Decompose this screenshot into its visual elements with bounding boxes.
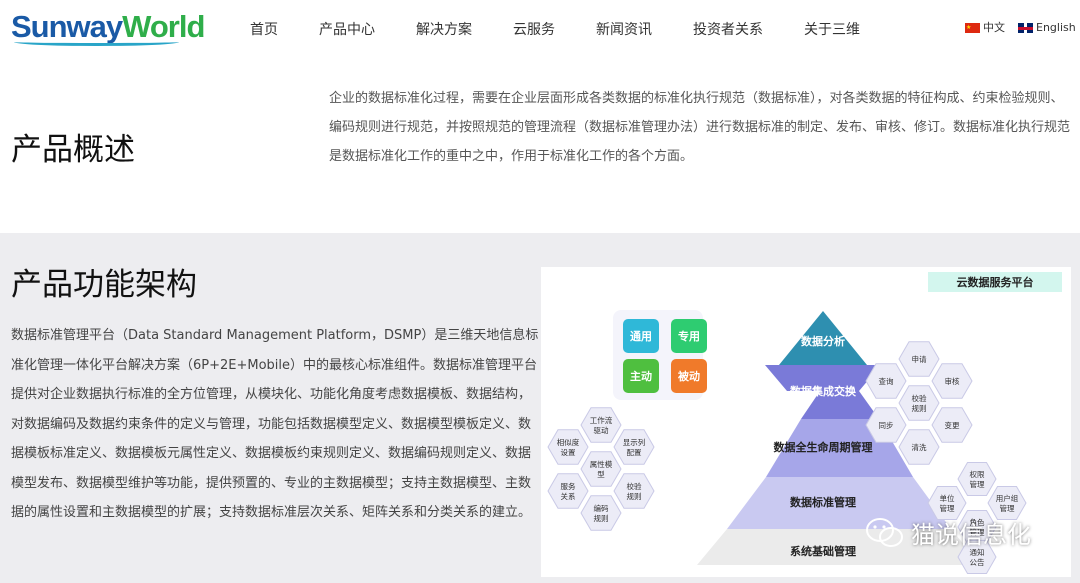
logo-swoosh [14,38,179,46]
left-hex-label-3: 型 [597,470,605,479]
bottom-hex-label-0: 权限 [970,469,985,479]
quad-passive-label: 被动 [678,369,700,383]
right-hex-label-4: 同步 [879,421,894,430]
quad-active-label: 主动 [630,369,652,383]
uk-flag-icon [1018,23,1033,33]
lang-chinese-label: 中文 [983,21,1005,34]
layer-label-lifecycle: 数据全生命周期管理 [774,440,873,454]
nav-cloud-services[interactable]: 云服务 [513,20,555,40]
overview-text: 企业的数据标准化过程，需要在企业层面形成各类数据的标准化执行规范（数据标准），对… [329,91,1071,164]
nav-about[interactable]: 关于三维 [804,20,860,40]
nav-investors[interactable]: 投资者关系 [693,20,763,40]
nav-home[interactable]: 首页 [250,20,278,40]
bottom-hex-label-1: 单位 [940,493,955,503]
lang-english-label: English [1036,21,1076,34]
bottom-hex-label-2: 管理 [1000,503,1015,513]
layer-label-system-base: 系统基础管理 [790,544,856,558]
left-hex-6 [580,495,622,531]
left-hex-label-5: 规则 [627,491,642,501]
layer-label-data-standard: 数据标准管理 [790,495,856,509]
left-hex-5 [613,473,655,509]
architecture-text: 数据标准管理平台（Data Standard Management Platfo… [11,328,539,520]
left-hex-label-2: 配置 [627,448,642,457]
nav-solutions[interactable]: 解决方案 [416,20,472,40]
bottom-hex-label-0: 管理 [970,479,985,489]
architecture-title: 产品功能架构 [11,267,197,303]
left-hex-1 [547,429,589,465]
left-hex-label-1: 相似度 [557,437,580,447]
left-hex-label-0: 驱动 [594,425,609,435]
bottom-hex-0 [957,462,997,496]
left-hex-label-1: 设置 [561,447,576,457]
quad-dedicated-label: 专用 [678,329,700,343]
left-hex-label-2: 显示列 [623,437,646,447]
wechat-watermark: 猫说信息化 [865,515,1031,550]
left-hex-4 [547,473,589,509]
nav-news[interactable]: 新闻资讯 [596,20,652,40]
right-hex-label-6: 清洗 [912,442,927,452]
bottom-hex-label-2: 用户组 [996,493,1019,503]
right-hex-label-3: 校验 [912,393,927,403]
platform-label: 云数据服务平台 [957,275,1034,289]
wechat-icon [866,517,903,547]
left-hex-label-6: 规则 [594,513,609,523]
quad-general-label: 通用 [630,330,652,343]
layer-label-integration: 数据集成交换 [790,384,857,398]
main-nav: 首页 产品中心 解决方案 云服务 新闻资讯 投资者关系 关于三维 [250,20,901,40]
left-hex-0 [580,407,622,443]
watermark-text: 猫说信息化 [911,521,1031,549]
site-header: SunwayWorld 首页 产品中心 解决方案 云服务 新闻资讯 投资者关系 … [0,0,1080,62]
china-flag-icon [965,20,980,36]
right-hex-label-0: 申请 [912,354,927,364]
right-hex-3 [898,385,940,421]
bottom-hex-label-4: 公告 [970,557,985,567]
left-hex-label-6: 编码 [594,503,609,513]
right-hex-label-1: 查询 [879,376,894,386]
right-hex-label-5: 变更 [945,420,960,430]
nav-products[interactable]: 产品中心 [319,20,375,40]
right-hex-label-2: 审核 [945,376,960,386]
bottom-hex-label-1: 管理 [940,503,955,513]
left-hex-2 [613,429,655,465]
left-hex-label-4: 关系 [561,491,576,501]
right-hex-label-3: 规则 [912,403,927,413]
left-hex-label-3: 属性模 [590,459,613,469]
layer-label-analysis: 数据分析 [801,334,845,348]
overview-title: 产品概述 [11,132,135,168]
left-hex-label-4: 服务 [561,481,576,491]
lang-english[interactable]: English [1018,20,1076,36]
left-hex-label-0: 工作流 [590,415,613,425]
left-hex-3 [580,451,622,487]
left-hex-label-5: 校验 [627,481,642,491]
lang-chinese[interactable]: 中文 [965,20,1005,36]
